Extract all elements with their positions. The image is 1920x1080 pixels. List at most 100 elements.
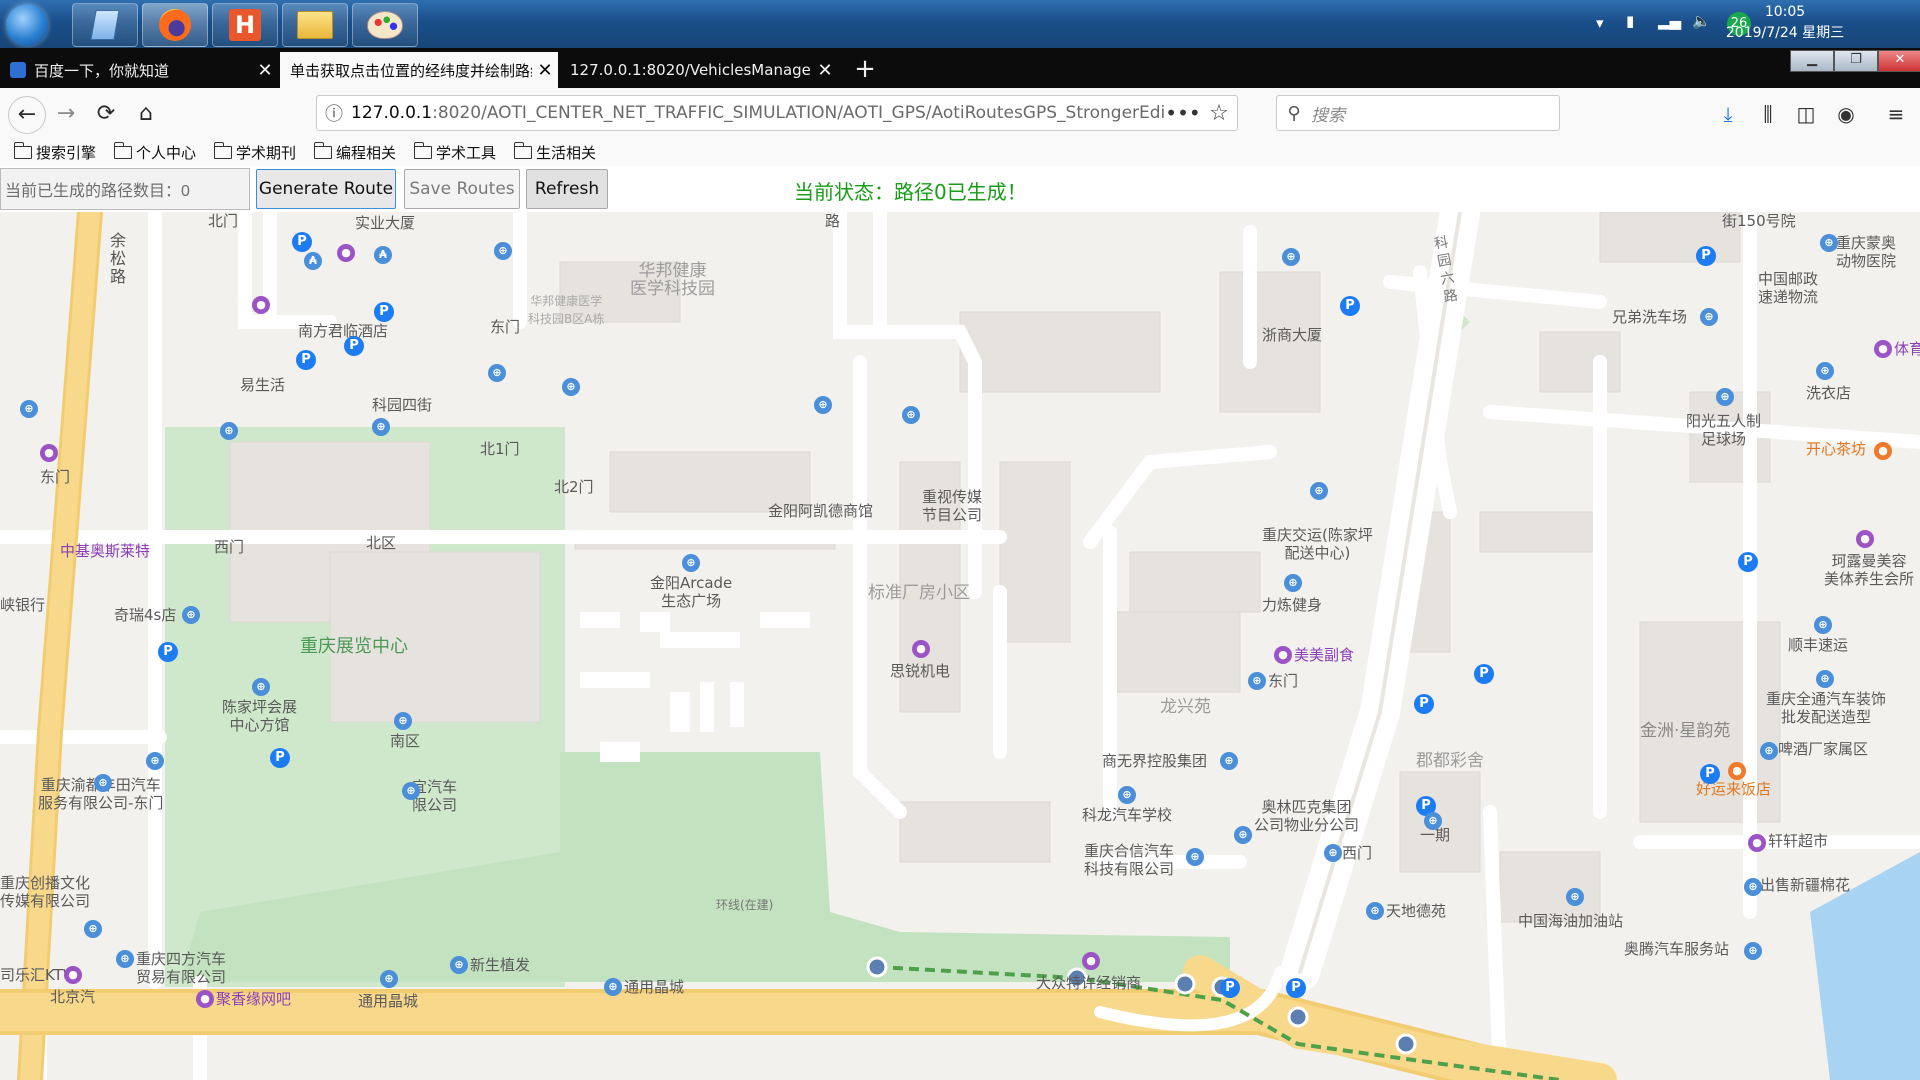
teahouse-icon[interactable]: ● <box>1874 442 1892 460</box>
sports-icon[interactable]: ● <box>1874 340 1892 358</box>
new-tab-plus-icon[interactable]: + <box>850 54 880 84</box>
system-clock[interactable]: 10:05 2019/7/24 星期三 <box>1720 2 1850 44</box>
bookmark-folder-personal[interactable]: 个人中心 <box>113 141 196 163</box>
tab-route-editor[interactable]: 单击获取点击位置的经纬度并绘制路线 ✕ <box>280 52 558 88</box>
logistics-icon[interactable]: ⊕ <box>1310 482 1328 500</box>
taskbar-firefox-app[interactable] <box>142 3 208 47</box>
gate-icon[interactable]: ⊕ <box>220 422 238 440</box>
ktv-icon[interactable]: ● <box>64 966 82 984</box>
window-close-button[interactable]: ✕ <box>1878 50 1920 72</box>
shop-icon[interactable]: ⊕ <box>1744 878 1762 896</box>
downloads-icon[interactable]: ⤓ <box>1712 98 1744 130</box>
bookmark-folder-journals[interactable]: 学术期刊 <box>213 141 296 163</box>
save-routes-button[interactable]: Save Routes <box>404 169 520 209</box>
close-tab-icon[interactable]: ✕ <box>812 60 838 81</box>
forward-arrow-icon[interactable]: → <box>48 96 84 132</box>
battery-icon[interactable]: ▮ <box>1626 12 1634 30</box>
window-maximize-button[interactable]: ❐ <box>1834 50 1878 72</box>
back-arrow-icon[interactable]: ← <box>8 96 46 134</box>
home-icon[interactable]: ⌂ <box>128 96 164 132</box>
map-canvas[interactable]: 余 松 路 北门 实业大厦 华邦健康 医学科技园 华邦健康医学 科技园B区A栋 … <box>0 212 1920 1080</box>
refresh-button[interactable]: Refresh <box>526 169 608 209</box>
company-icon[interactable]: ⊕ <box>1220 752 1238 770</box>
taskbar-file-explorer-app[interactable] <box>282 3 348 47</box>
grocery-icon[interactable]: ● <box>1274 646 1292 664</box>
parking-icon[interactable]: P <box>1696 246 1716 266</box>
parking-icon[interactable]: P <box>374 302 394 322</box>
hospital-icon[interactable]: ⊕ <box>1820 234 1838 252</box>
sidebar-icon[interactable]: ◫ <box>1790 98 1822 130</box>
gate-icon[interactable]: ⊕ <box>562 378 580 396</box>
company-icon[interactable]: ⊕ <box>1186 848 1204 866</box>
express-icon[interactable]: ⊕ <box>1814 616 1832 634</box>
parking-icon[interactable]: P <box>1474 664 1494 684</box>
shop-icon[interactable]: ● <box>252 296 270 314</box>
volume-icon[interactable]: 🔈 <box>1692 12 1711 30</box>
mall-icon[interactable]: ⊕ <box>380 970 398 988</box>
residential-icon[interactable]: ⊕ <box>1366 902 1384 920</box>
car-dealer-icon[interactable]: ⊕ <box>182 606 200 624</box>
show-hidden-icons-icon[interactable]: ▾ <box>1596 14 1604 32</box>
gate-icon[interactable]: ⊕ <box>494 242 512 260</box>
clinic-icon[interactable]: ⊕ <box>450 956 468 974</box>
windows-start-button[interactable] <box>6 4 48 46</box>
account-icon[interactable]: ◉ <box>1830 98 1862 130</box>
site-info-icon[interactable]: ⓘ <box>317 100 351 126</box>
bookmark-folder-academic-tools[interactable]: 学术工具 <box>413 141 496 163</box>
area-icon[interactable]: ⊕ <box>1424 812 1442 830</box>
window-minimize-button[interactable]: ▁ <box>1790 50 1834 72</box>
residential-icon[interactable]: ⊕ <box>1760 742 1778 760</box>
plaza-icon[interactable]: ⊕ <box>682 554 700 572</box>
bus-stop-icon[interactable]: ⊕ <box>146 752 164 770</box>
gas-station-icon[interactable]: ⊕ <box>1566 888 1584 906</box>
taskbar-hbuilder-app[interactable]: H <box>212 3 278 47</box>
url-bar[interactable]: ⓘ 127.0.0.1:8020/AOTI_CENTER_NET_TRAFFIC… <box>316 95 1238 131</box>
atm-icon[interactable]: ₳ <box>304 252 322 270</box>
stadium-icon[interactable]: ⊕ <box>1716 388 1734 406</box>
bookmark-folder-search-engines[interactable]: 搜索引擎 <box>13 141 96 163</box>
bookmark-star-icon[interactable]: ☆ <box>1201 101 1237 126</box>
beauty-icon[interactable]: ● <box>1856 530 1874 548</box>
tab-baidu[interactable]: 百度一下，你就知道 ✕ <box>0 52 278 88</box>
gate-icon[interactable]: ⊕ <box>1324 844 1342 862</box>
bookmark-folder-programming[interactable]: 编程相关 <box>313 141 396 163</box>
parking-icon[interactable]: P <box>344 336 364 356</box>
hotel-icon[interactable]: ● <box>337 244 355 262</box>
bus-stop-icon[interactable]: ⊕ <box>84 920 102 938</box>
gate-icon[interactable]: ⊕ <box>20 400 38 418</box>
company-icon[interactable]: ⊕ <box>116 950 134 968</box>
area-icon[interactable]: ⊕ <box>372 418 390 436</box>
gate-icon[interactable]: ⊕ <box>488 364 506 382</box>
url-text[interactable]: 127.0.0.1:8020/AOTI_CENTER_NET_TRAFFIC_S… <box>351 103 1165 123</box>
taskbar-notepad-app[interactable] <box>72 3 138 47</box>
search-box[interactable]: ⚲ 搜索 <box>1276 95 1560 131</box>
laundry-icon[interactable]: ⊕ <box>1816 362 1834 380</box>
parking-icon[interactable]: P <box>1220 978 1240 998</box>
gate-icon[interactable]: ⊕ <box>1248 672 1266 690</box>
page-actions-icon[interactable]: ••• <box>1165 101 1201 125</box>
car-service-icon[interactable]: ⊕ <box>1744 942 1762 960</box>
car-service-icon[interactable]: ⊕ <box>1816 670 1834 688</box>
close-tab-icon[interactable]: ✕ <box>252 60 278 81</box>
mall-icon[interactable]: ⊕ <box>604 978 622 996</box>
carwash-icon[interactable]: ⊕ <box>1700 308 1718 326</box>
bookmark-folder-life[interactable]: 生活相关 <box>513 141 596 163</box>
menu-hamburger-icon[interactable]: ≡ <box>1880 98 1912 130</box>
network-signal-icon[interactable]: ▂▄ <box>1658 12 1681 30</box>
atm-icon[interactable]: ₳ <box>374 246 392 264</box>
shop-icon[interactable]: ⊕ <box>814 396 832 414</box>
parking-icon[interactable]: P <box>296 350 316 370</box>
generate-route-button[interactable]: Generate Route <box>256 169 396 209</box>
parking-icon[interactable]: P <box>1700 764 1720 784</box>
company-icon[interactable]: ⊕ <box>1234 826 1252 844</box>
company-icon[interactable]: ● <box>912 640 930 658</box>
internet-cafe-icon[interactable]: ● <box>196 990 214 1008</box>
supermarket-icon[interactable]: ● <box>1748 834 1766 852</box>
dealer-icon[interactable]: ● <box>1082 952 1100 970</box>
parking-icon[interactable]: P <box>270 748 290 768</box>
parking-icon[interactable]: P <box>1340 296 1360 316</box>
company-icon[interactable]: ⊕ <box>402 782 420 800</box>
parking-icon[interactable]: P <box>1414 694 1434 714</box>
close-tab-icon[interactable]: ✕ <box>532 60 558 81</box>
parking-icon[interactable]: P <box>158 642 178 662</box>
